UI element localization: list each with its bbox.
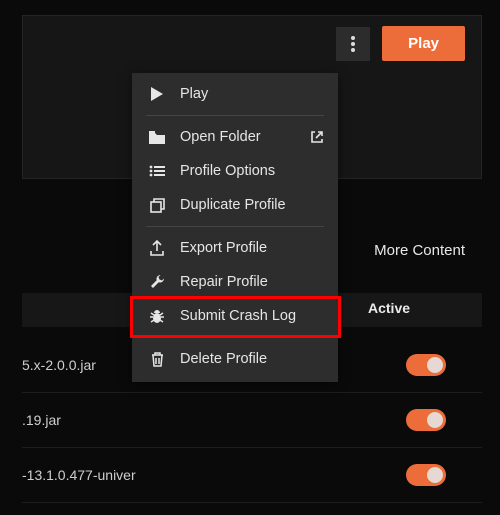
menu-label: Profile Options xyxy=(180,163,275,179)
folder-icon xyxy=(148,131,166,144)
bug-icon xyxy=(148,309,166,324)
menu-label: Delete Profile xyxy=(180,351,267,367)
menu-item-open-folder[interactable]: Open Folder xyxy=(132,120,338,154)
play-button-label: Play xyxy=(408,35,439,52)
file-row[interactable]: -13.1.0.477-univer xyxy=(22,448,482,503)
menu-item-play[interactable]: Play xyxy=(132,77,338,111)
more-content-link[interactable]: More Content xyxy=(374,242,465,259)
menu-item-repair[interactable]: Repair Profile xyxy=(132,265,338,299)
trash-icon xyxy=(148,352,166,367)
menu-label: Duplicate Profile xyxy=(180,197,286,213)
context-menu: Play Open Folder Profile Options Duplica… xyxy=(132,73,338,382)
menu-item-duplicate[interactable]: Duplicate Profile xyxy=(132,188,338,222)
export-icon xyxy=(148,240,166,256)
menu-label: Export Profile xyxy=(180,240,267,256)
menu-divider xyxy=(146,115,324,116)
kebab-icon xyxy=(351,36,355,52)
menu-item-export[interactable]: Export Profile xyxy=(132,231,338,265)
file-row[interactable]: .19.jar xyxy=(22,393,482,448)
menu-divider xyxy=(146,337,324,338)
menu-label: Repair Profile xyxy=(180,274,268,290)
wrench-icon xyxy=(148,275,166,290)
kebab-button[interactable] xyxy=(336,27,370,61)
file-name: .19.jar xyxy=(22,412,61,428)
external-icon xyxy=(310,130,324,144)
menu-item-crash-log[interactable]: Submit Crash Log xyxy=(132,299,338,333)
active-toggle[interactable] xyxy=(406,354,446,376)
menu-label: Open Folder xyxy=(180,129,261,145)
active-column-header: Active xyxy=(368,300,410,316)
file-name: -13.1.0.477-univer xyxy=(22,467,136,483)
menu-item-delete[interactable]: Delete Profile xyxy=(132,342,338,376)
menu-divider xyxy=(146,226,324,227)
menu-item-profile-options[interactable]: Profile Options xyxy=(132,154,338,188)
duplicate-icon xyxy=(148,198,166,213)
active-toggle[interactable] xyxy=(406,409,446,431)
file-name: 5.x-2.0.0.jar xyxy=(22,357,96,373)
menu-label: Play xyxy=(180,86,208,102)
list-icon xyxy=(148,165,166,177)
top-actions: Play xyxy=(336,26,465,61)
play-button[interactable]: Play xyxy=(382,26,465,61)
menu-label: Submit Crash Log xyxy=(180,308,296,324)
play-icon xyxy=(148,87,166,101)
active-toggle[interactable] xyxy=(406,464,446,486)
